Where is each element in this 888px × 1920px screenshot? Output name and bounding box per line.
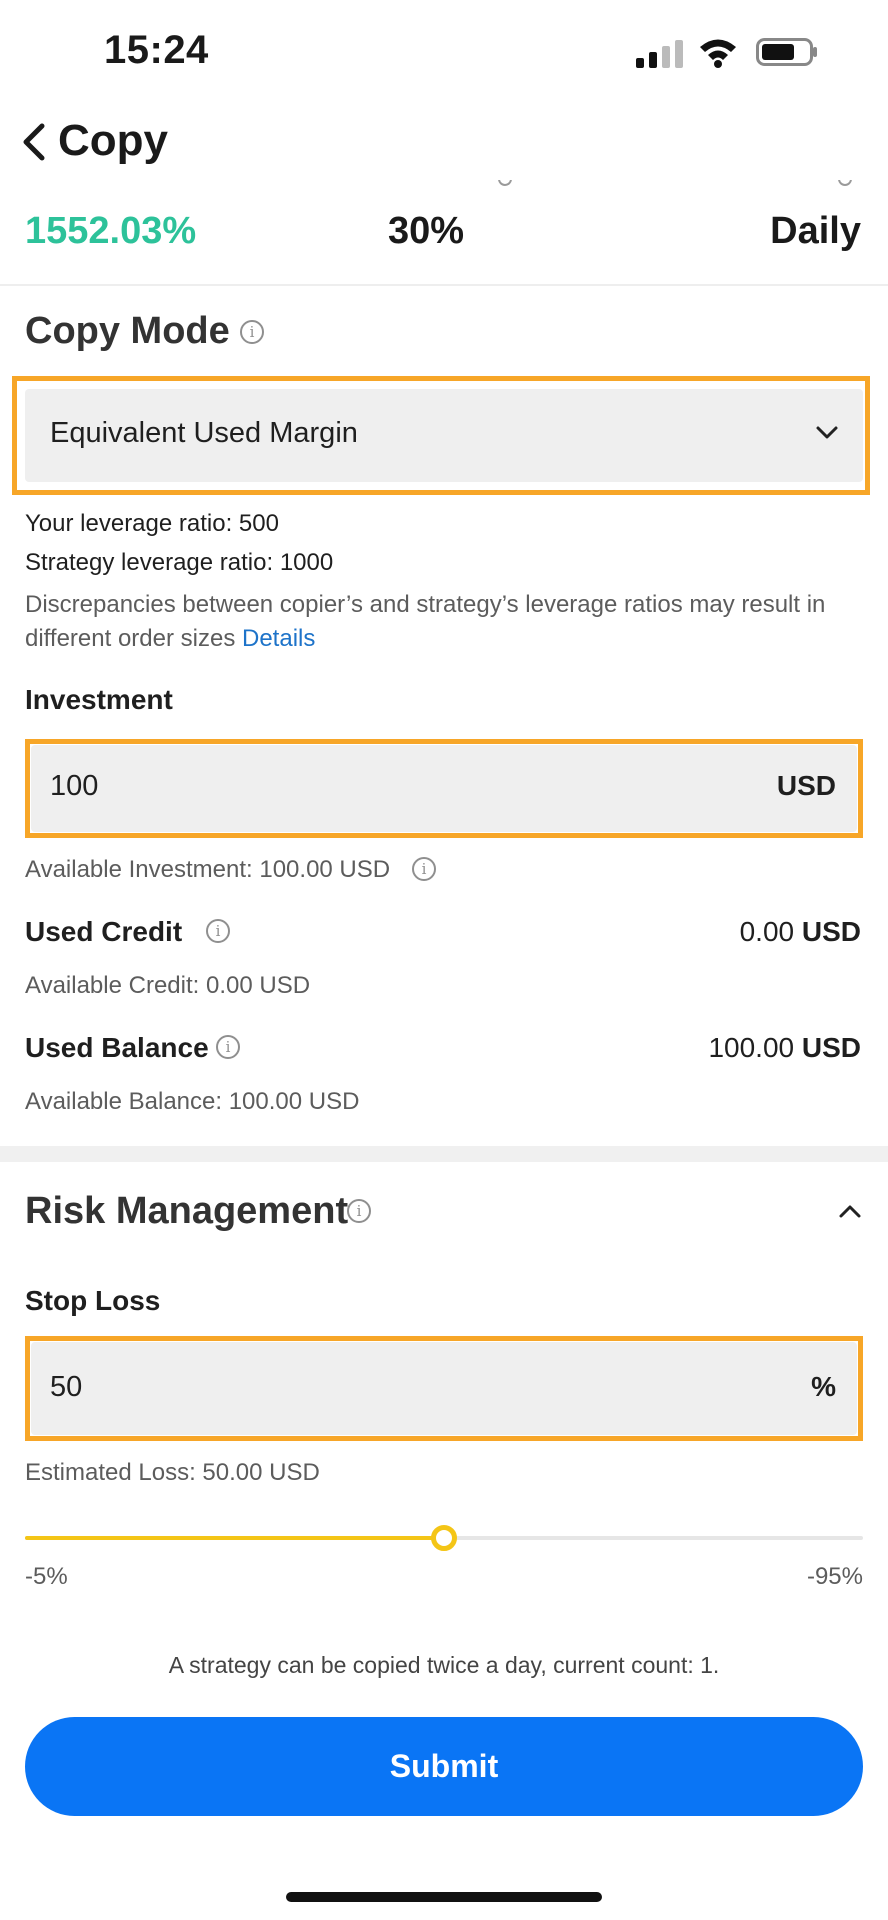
strategy-leverage-label: Strategy leverage ratio: [25, 549, 274, 576]
battery-icon [756, 38, 817, 66]
discrepancy-line-2-wrap: different order sizes Details [25, 622, 870, 656]
cellular-signal-icon [636, 40, 683, 68]
slider-min-label: -5% [25, 1563, 68, 1590]
used-credit-amount: 0.00 [739, 916, 795, 947]
wifi-icon [700, 39, 736, 68]
status-time: 15:24 [104, 28, 209, 72]
copy-mode-dropdown[interactable]: Equivalent Used Margin [25, 389, 863, 482]
used-balance-info-icon[interactable]: i [216, 1035, 240, 1059]
back-chevron-icon[interactable] [20, 122, 48, 162]
stop-loss-slider[interactable] [25, 1525, 863, 1551]
strategy-stats: 1552.03% 30% Daily [0, 180, 888, 286]
your-leverage-label: Your leverage ratio: [25, 510, 233, 537]
nav-bar: Copy [0, 100, 888, 180]
frequency-stat: Daily [770, 210, 861, 252]
profit-stat: 1552.03% [25, 210, 197, 252]
copy-mode-info-icon[interactable]: i [240, 320, 264, 344]
strategy-leverage-value: 1000 [279, 549, 334, 576]
discrepancy-line-2: different order sizes [25, 625, 236, 652]
used-balance-amount: 100.00 [708, 1032, 795, 1063]
investment-input[interactable]: 100 USD [31, 745, 857, 832]
page-title: Copy [58, 116, 168, 165]
slider-thumb[interactable] [431, 1525, 457, 1551]
clipped-info-icon [838, 180, 852, 186]
submit-button[interactable]: Submit [25, 1717, 863, 1816]
used-balance-label: Used Balance [25, 1032, 209, 1063]
available-credit: Available Credit: 0.00 USD [25, 972, 311, 999]
slider-max-label: -95% [806, 1563, 863, 1590]
risk-management-title: Risk Management [25, 1190, 349, 1232]
strategy-leverage-ratio: Strategy leverage ratio: 1000 [25, 549, 333, 577]
slider-fill [25, 1536, 444, 1540]
used-credit-info-icon[interactable]: i [206, 919, 230, 943]
available-investment: Available Investment: 100.00 USD [25, 856, 391, 883]
used-credit-unit: USD [801, 916, 861, 947]
investment-title: Investment [25, 684, 173, 715]
discrepancy-line-1: Discrepancies between copier’s and strat… [25, 591, 826, 618]
risk-management-info-icon[interactable]: i [347, 1199, 371, 1223]
section-divider [0, 1146, 888, 1162]
chevron-down-icon [816, 426, 838, 439]
estimated-loss: Estimated Loss: 50.00 USD [25, 1459, 320, 1486]
used-balance-value: 100.00 USD [708, 1032, 861, 1064]
your-leverage-value: 500 [238, 510, 279, 537]
copy-mode-title: Copy Mode [25, 310, 230, 352]
available-investment-info-icon[interactable]: i [412, 857, 436, 881]
status-bar: 15:24 [0, 0, 888, 100]
home-indicator [286, 1892, 602, 1902]
chevron-up-icon[interactable] [838, 1203, 862, 1219]
investment-value: 100 [50, 770, 99, 802]
used-credit-label: Used Credit [25, 916, 183, 947]
used-balance-unit: USD [801, 1032, 861, 1063]
stop-loss-input[interactable]: 50 % [31, 1342, 857, 1435]
used-credit-value: 0.00 USD [740, 916, 861, 948]
investment-unit: USD [776, 770, 836, 801]
details-link[interactable]: Details [242, 625, 315, 652]
stop-loss-label: Stop Loss [25, 1285, 161, 1316]
copy-mode-selected: Equivalent Used Margin [50, 417, 358, 449]
leverage-discrepancy-note: Discrepancies between copier’s and strat… [25, 588, 870, 656]
clipped-info-icon [498, 180, 512, 186]
available-balance: Available Balance: 100.00 USD [25, 1088, 360, 1115]
stop-loss-unit: % [811, 1371, 836, 1402]
copy-limit-notice: A strategy can be copied twice a day, cu… [168, 1652, 720, 1678]
stop-loss-value: 50 [50, 1371, 83, 1403]
middle-stat: 30% [388, 210, 465, 252]
your-leverage-ratio: Your leverage ratio: 500 [25, 510, 279, 538]
